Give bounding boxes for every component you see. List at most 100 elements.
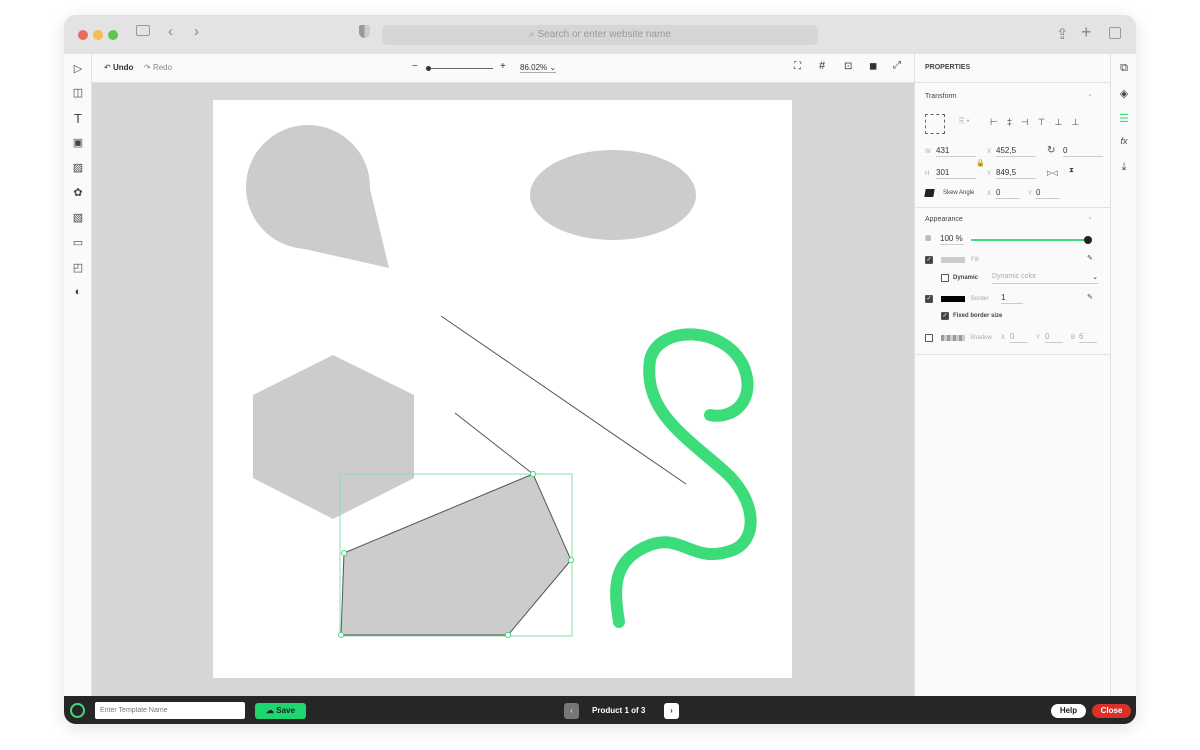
appearance-title: Appearance [925,216,963,223]
ellipse-shape[interactable] [530,150,696,240]
sticker-tool-icon[interactable]: ✿ [70,186,86,202]
back-icon[interactable]: ‹ [168,23,173,40]
zoom-window-button[interactable] [108,30,118,40]
background-icon[interactable]: ◼ [869,61,877,72]
image-frame-tool-icon[interactable]: ▨ [70,161,86,177]
opacity-field[interactable]: 100 [940,234,953,243]
palette-tool-icon[interactable]: ◐ [70,286,86,302]
eyedropper-icon[interactable]: ✎ [1087,293,1093,301]
folder-tool-icon[interactable]: ▭ [70,236,86,252]
shield-icon [359,25,370,38]
green-curve-shape[interactable] [610,328,757,628]
transform-title: Transform [925,93,957,100]
skew-x-field[interactable]: 0 [996,188,1020,199]
canvas-area [92,83,914,696]
zoom-out-button[interactable]: − [412,61,418,72]
fill-color-swatch[interactable] [941,257,965,263]
image-tool-icon[interactable]: ▣ [70,136,86,152]
select-tool-icon[interactable]: ▷ [70,62,86,78]
shadow-x-label: X [1001,335,1006,341]
tabs-overview-icon[interactable] [1109,27,1121,39]
help-button[interactable]: Help [1051,704,1086,718]
properties-sliders-icon[interactable]: ☰ [1116,112,1132,128]
zoom-level-select[interactable]: 86.02% ⌄ [520,63,557,73]
skew-x-label: X [987,191,992,197]
dynamic-select-value: Dynamic color [992,273,1037,280]
border-checkbox[interactable]: ✓ [925,295,933,303]
undo-icon: ↶ [104,63,113,72]
border-width-field[interactable]: 1 [1001,293,1023,304]
fixed-border-checkbox[interactable]: ✓ [941,312,949,320]
arrange-dropdown-icon[interactable]: ⎘ ▾ [959,118,970,126]
skew-y-field[interactable]: 0 [1036,188,1060,199]
share-icon[interactable]: ⇪ [1056,25,1069,43]
prev-page-button[interactable]: ‹ [564,703,579,719]
layers-icon[interactable]: ◈ [1116,87,1132,103]
collapse-chevron-icon[interactable]: ⌄ [1087,90,1093,98]
collapse-chevron-icon[interactable]: ⌄ [1087,213,1093,221]
y-field[interactable]: 849,5 [996,168,1036,179]
crop-grid-icon[interactable]: # [819,60,825,72]
fill-checkbox[interactable]: ✓ [925,256,933,264]
flip-vertical-icon[interactable]: ⧗ [1069,167,1074,175]
lock-ratio-icon[interactable]: 🔒 [976,159,985,167]
close-window-button[interactable] [78,30,88,40]
eyedropper-icon[interactable]: ✎ [1087,254,1093,262]
opacity-slider-handle[interactable] [1084,236,1092,244]
minimize-window-button[interactable] [93,30,103,40]
app-logo-icon [70,703,85,718]
template-name-input[interactable] [95,702,245,719]
skew-y-label: Y [1028,191,1033,197]
download-icon[interactable]: ⤓ [1116,161,1132,177]
width-field[interactable]: 431 [936,146,976,157]
fullscreen-icon[interactable]: ⤢ [893,60,901,71]
flip-horizontal-icon[interactable]: ▷◁ [1047,169,1058,177]
opacity-icon: ▦ [925,235,932,242]
fit-screen-icon[interactable]: ⛶ [794,61,801,72]
redo-button[interactable]: ↷ Redo [144,63,172,72]
zoom-in-button[interactable]: + [500,61,506,72]
artboard[interactable] [213,100,792,678]
pattern-tool-icon[interactable]: ▧ [70,211,86,227]
pentagon-shape-selected[interactable] [340,473,572,636]
dynamic-color-select[interactable]: Dynamic color ⌄ [992,273,1098,284]
duplicate-icon[interactable]: ⧉ [1116,62,1132,78]
dynamic-checkbox[interactable] [941,274,949,282]
effects-icon[interactable]: fx [1116,136,1132,152]
rotate-icon: ↻ [1047,145,1056,156]
address-bar[interactable]: ⌕ Search or enter website name [382,25,818,45]
save-button[interactable]: ☁ Save [255,703,306,719]
next-page-button[interactable]: › [664,703,679,719]
line-shape-2[interactable] [454,412,534,475]
hexagon-shape[interactable] [253,355,414,519]
shadow-y-field[interactable]: 0 [1045,332,1063,343]
align-icons[interactable]: ⊢‡⊣⊤⊥⊥ [990,117,1088,128]
height-field[interactable]: 301 [936,168,976,179]
undo-button[interactable]: ↶ Undo [104,63,133,72]
rotation-field[interactable]: 0 [1063,146,1103,157]
center-icon[interactable]: ⊡ [844,61,852,72]
ps-file-tool-icon[interactable]: ◰ [70,261,86,277]
border-color-swatch[interactable] [941,296,965,302]
width-label: W [925,149,931,155]
shadow-blur-field[interactable]: 6 [1079,332,1097,343]
shadow-label: Shadow [970,335,992,341]
forward-icon[interactable]: › [194,23,199,40]
x-field[interactable]: 452,5 [996,146,1036,157]
shadow-checkbox[interactable] [925,334,933,342]
opacity-slider[interactable] [971,236,1092,244]
anchor-point-icon[interactable] [925,114,945,134]
left-toolbar: ▷ ◫ T ▣ ▨ ✿ ▧ ▭ ◰ ◐ [64,54,92,696]
artboard-shapes [246,125,757,638]
close-button[interactable]: Close [1092,704,1131,718]
shadow-x-field[interactable]: 0 [1010,332,1028,343]
sidebar-toggle-icon[interactable] [136,25,150,36]
zoom-slider[interactable] [426,66,493,71]
zoom-value: 86.02% [520,63,548,72]
new-tab-icon[interactable]: + [1081,22,1092,43]
layout-tool-icon[interactable]: ◫ [70,86,86,102]
text-tool-icon[interactable]: T [70,111,86,127]
teardrop-shape[interactable] [246,125,389,268]
zoom-slider-handle[interactable] [426,66,431,71]
shadow-color-swatch[interactable] [941,335,965,341]
